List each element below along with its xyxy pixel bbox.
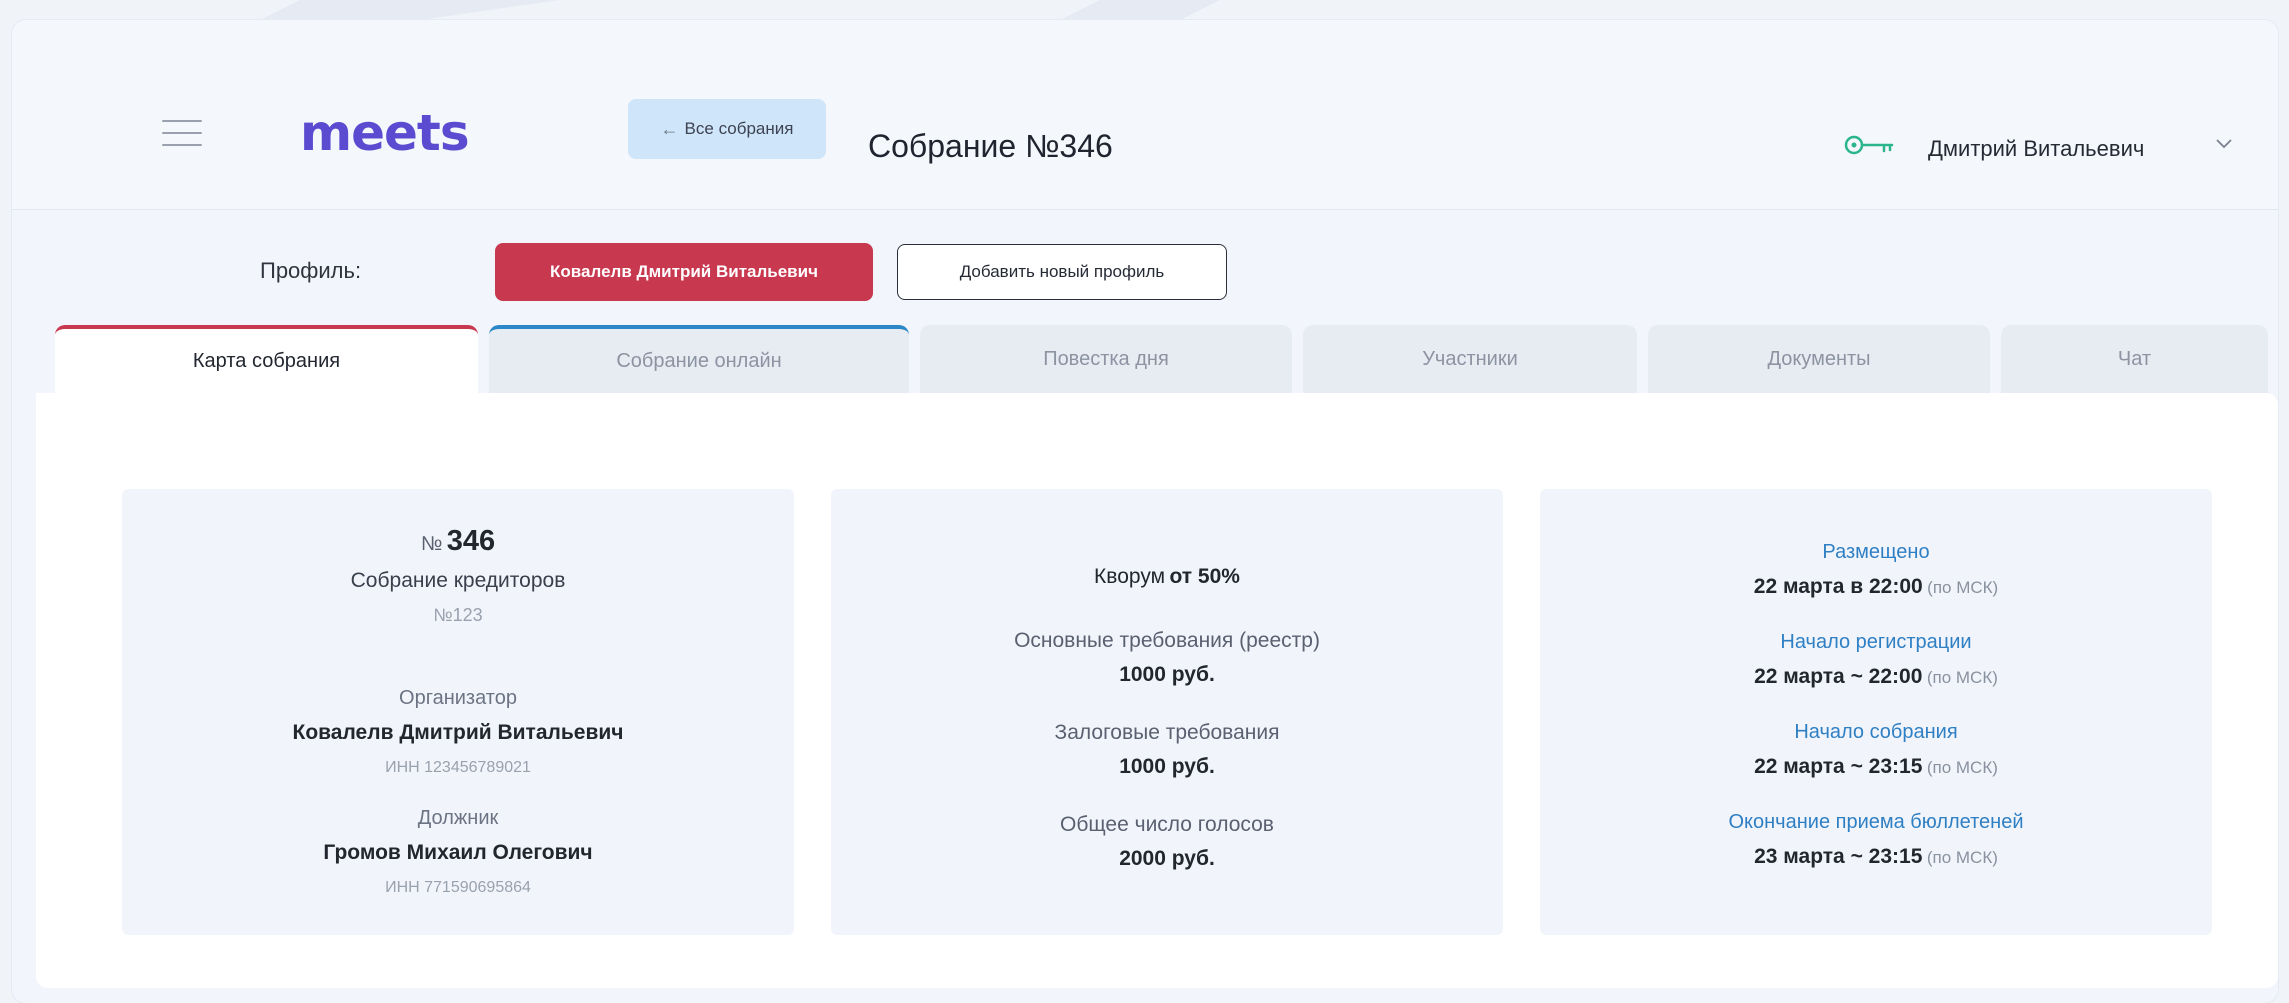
votes-label: Общее число голосов [1060, 813, 1274, 836]
msk-note: (по МСК) [1926, 758, 1998, 777]
ballot-end-date: 23 марта ~ 23:15 (по МСК) [1754, 845, 1998, 868]
msk-note: (по МСК) [1927, 578, 1999, 597]
schedule-card: Размещено 22 марта в 22:00 (по МСК) Нача… [1540, 489, 2212, 935]
claims-card: Кворум от 50% Основные требования (реест… [831, 489, 1503, 935]
chevron-down-icon[interactable] [2214, 136, 2234, 150]
meeting-info-card: № 346 Собрание кредиторов №123 Организат… [122, 489, 794, 935]
organizer-label: Организатор [399, 687, 517, 709]
debtor-name: Громов Михаил Олегович [323, 841, 593, 864]
msk-note: (по МСК) [1926, 668, 1998, 687]
key-icon[interactable] [1844, 134, 1898, 156]
msk-note: (по МСК) [1926, 848, 1998, 867]
meeting-start-label: Начало собрания [1794, 721, 1958, 743]
quorum-value: от 50% [1169, 565, 1240, 588]
ballot-end-label: Окончание приема бюллетеней [1728, 811, 2024, 833]
posted-date: 22 марта в 22:00 (по МСК) [1753, 575, 1999, 598]
all-meetings-label: Все собрания [684, 119, 794, 138]
quorum: Кворум от 50% [831, 565, 1503, 589]
main-claims-value: 1000 руб. [1119, 663, 1215, 686]
organizer-name: Ковалелв Дмитрий Витальевич [292, 721, 624, 744]
posted-label: Размещено [1822, 541, 1930, 563]
debtor-inn: ИНН 771590695864 [385, 879, 531, 896]
meeting-type: Собрание кредиторов [350, 569, 566, 592]
page-title: Собрание №346 [868, 128, 1113, 164]
active-profile-button[interactable]: Ковалелв Дмитрий Витальевич [495, 243, 873, 301]
profile-label: Профиль: [260, 258, 362, 283]
registration-date: 22 марта ~ 22:00 (по МСК) [1754, 665, 1998, 688]
all-meetings-button[interactable]: ← Все собрания [628, 99, 826, 159]
main-claims-label: Основные требования (реестр) [1014, 629, 1320, 652]
number-prefix: № [420, 533, 443, 555]
arrow-left-icon: ← [660, 118, 679, 139]
user-name[interactable]: Дмитрий Витальевич [1928, 136, 2144, 162]
meeting-card-panel: № 346 Собрание кредиторов №123 Организат… [36, 393, 2278, 988]
meeting-number: № 346 [122, 525, 794, 558]
meeting-ref: №123 [433, 605, 483, 625]
menu-icon[interactable] [162, 120, 202, 146]
debtor-label: Должник [417, 807, 499, 829]
organizer-inn: ИНН 123456789021 [385, 759, 531, 776]
app-window: meets ← Все собрания Собрание №346 Дмитр… [12, 20, 2278, 1003]
meeting-start-date: 22 марта ~ 23:15 (по МСК) [1754, 755, 1998, 778]
votes-value: 2000 руб. [1119, 847, 1215, 870]
registration-label: Начало регистрации [1780, 631, 1972, 653]
add-profile-button[interactable]: Добавить новый профиль [897, 244, 1227, 300]
quorum-label: Кворум [1094, 565, 1166, 588]
pledge-label: Залоговые требования [1054, 721, 1280, 744]
top-header: meets ← Все собрания Собрание №346 Дмитр… [12, 20, 2278, 210]
logo: meets [300, 104, 470, 162]
pledge-value: 1000 руб. [1119, 755, 1215, 778]
number-value: 346 [446, 525, 496, 557]
